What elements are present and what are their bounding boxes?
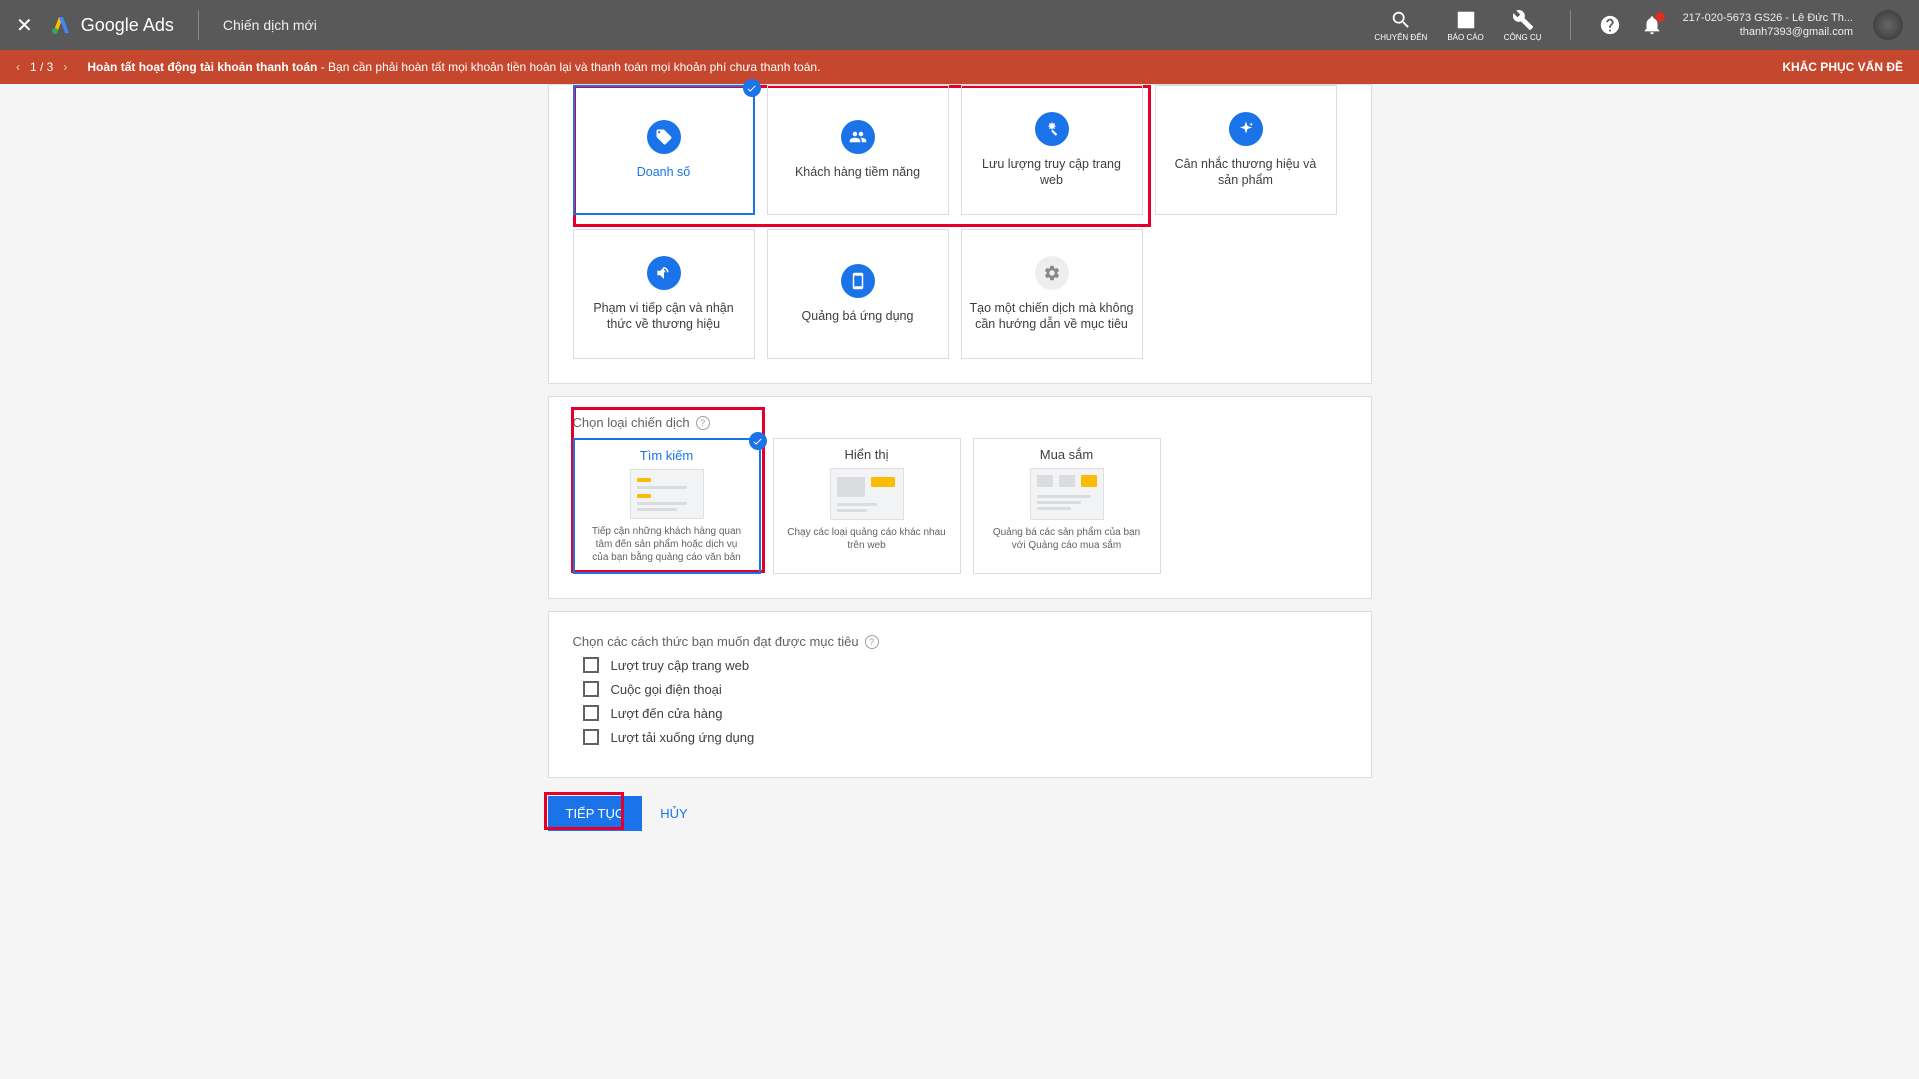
goals-panel: Doanh số Khách hàng tiềm năng Lưu lượng … xyxy=(548,84,1372,384)
goal-label: Phạm vi tiếp cận và nhận thức về thương … xyxy=(582,300,746,333)
tools-icon xyxy=(1512,9,1534,31)
chevron-left-icon[interactable]: ‹ xyxy=(16,60,20,74)
tools-label: CÔNG CỤ xyxy=(1504,33,1542,42)
type-display[interactable]: Hiển thị Chạy các loại quảng cáo khác nh… xyxy=(773,438,961,574)
product-name: Google Ads xyxy=(81,15,174,36)
info-icon[interactable]: ? xyxy=(865,635,879,649)
cancel-button[interactable]: HỦY xyxy=(660,806,687,821)
goal-label: Khách hàng tiềm năng xyxy=(795,164,920,180)
way-phone-calls[interactable]: Cuộc gọi điện thoại xyxy=(583,681,1347,697)
continue-button[interactable]: TIẾP TỤC xyxy=(548,796,643,831)
sparkle-icon xyxy=(1229,112,1263,146)
goal-ways-panel: Chọn các cách thức bạn muốn đạt được mục… xyxy=(548,611,1372,778)
notification-dot-icon xyxy=(1655,12,1665,22)
alert-message: Hoàn tất hoạt động tài khoản thanh toán … xyxy=(87,60,820,74)
gear-icon xyxy=(1035,256,1069,290)
goal-label: Doanh số xyxy=(637,164,691,180)
search-button[interactable]: CHUYỂN ĐẾN xyxy=(1374,9,1427,42)
tag-icon xyxy=(647,120,681,154)
goal-brand-consideration[interactable]: Cân nhắc thương hiệu và sản phẩm xyxy=(1155,85,1337,215)
alert-bar: ‹ 1 / 3 › Hoàn tất hoạt động tài khoản t… xyxy=(0,50,1919,84)
alert-counter: 1 / 3 xyxy=(30,60,53,74)
click-icon xyxy=(1035,112,1069,146)
alert-fix-button[interactable]: KHẮC PHỤC VẤN ĐỀ xyxy=(1782,60,1903,74)
goal-label: Cân nhắc thương hiệu và sản phẩm xyxy=(1164,156,1328,189)
goal-leads[interactable]: Khách hàng tiềm năng xyxy=(767,85,949,215)
divider xyxy=(1570,10,1571,40)
goal-traffic[interactable]: Lưu lượng truy cập trang web xyxy=(961,85,1143,215)
alert-detail: - Bạn cần phải hoàn tất mọi khoản tiền h… xyxy=(317,60,820,74)
type-title: Tìm kiếm xyxy=(640,448,693,463)
page-title: Chiến dịch mới xyxy=(223,17,317,33)
shopping-illustration-icon xyxy=(1030,468,1104,520)
reports-icon xyxy=(1455,9,1477,31)
alert-nav: ‹ 1 / 3 › xyxy=(16,60,67,74)
header-right: CHUYỂN ĐẾN BÁO CÁO CÔNG CỤ 217-020-5673 … xyxy=(1374,9,1903,42)
action-bar: TIẾP TỤC HỦY xyxy=(548,796,1372,831)
type-title: Hiển thị xyxy=(844,447,888,462)
check-icon xyxy=(749,432,767,450)
search-label: CHUYỂN ĐẾN xyxy=(1374,33,1427,42)
chevron-right-icon[interactable]: › xyxy=(63,60,67,74)
help-icon xyxy=(1599,14,1621,36)
tools-button[interactable]: CÔNG CỤ xyxy=(1504,9,1542,42)
checkbox[interactable] xyxy=(583,657,599,673)
way-label: Lượt tải xuống ứng dụng xyxy=(611,730,755,745)
goal-label: Lưu lượng truy cập trang web xyxy=(970,156,1134,189)
goal-sales[interactable]: Doanh số xyxy=(573,85,755,215)
notifications-button[interactable] xyxy=(1641,14,1663,36)
reports-button[interactable]: BÁO CÁO xyxy=(1447,9,1483,42)
type-section-title: Chọn loại chiến dịch xyxy=(573,415,690,430)
checkbox[interactable] xyxy=(583,729,599,745)
search-illustration-icon xyxy=(630,469,704,519)
avatar[interactable] xyxy=(1873,10,1903,40)
reports-label: BÁO CÁO xyxy=(1447,33,1483,42)
goal-app-promo[interactable]: Quảng bá ứng dụng xyxy=(767,229,949,359)
search-icon xyxy=(1390,9,1412,31)
way-label: Lượt đến cửa hàng xyxy=(611,706,723,721)
check-icon xyxy=(743,79,761,97)
product-logo[interactable]: Google Ads xyxy=(49,13,174,37)
type-title: Mua sắm xyxy=(1040,447,1093,462)
account-id: 217-020-5673 GS26 - Lê Đức Th... xyxy=(1683,11,1853,25)
goal-label: Quảng bá ứng dụng xyxy=(802,308,914,324)
way-app-downloads[interactable]: Lượt tải xuống ứng dụng xyxy=(583,729,1347,745)
goals-row-2: Phạm vi tiếp cận và nhận thức về thương … xyxy=(573,229,1347,359)
goal-brand-reach[interactable]: Phạm vi tiếp cận và nhận thức về thương … xyxy=(573,229,755,359)
ads-logo-icon xyxy=(49,13,73,37)
close-icon[interactable]: ✕ xyxy=(16,13,33,38)
type-shopping[interactable]: Mua sắm Quảng bá các sản phẩm của bạn vớ… xyxy=(973,438,1161,574)
goals-row-1: Doanh số Khách hàng tiềm năng Lưu lượng … xyxy=(573,85,1347,215)
account-email: thanh7393@gmail.com xyxy=(1683,25,1853,39)
account-info[interactable]: 217-020-5673 GS26 - Lê Đức Th... thanh73… xyxy=(1683,11,1853,40)
alert-title: Hoàn tất hoạt động tài khoản thanh toán xyxy=(87,60,317,74)
info-icon[interactable]: ? xyxy=(696,416,710,430)
megaphone-icon xyxy=(647,256,681,290)
ways-section-title: Chọn các cách thức bạn muốn đạt được mục… xyxy=(573,634,859,649)
type-desc: Tiếp cận những khách hàng quan tâm đến s… xyxy=(587,525,747,564)
header-left: ✕ Google Ads Chiến dịch mới xyxy=(16,10,317,40)
type-desc: Chạy các loại quảng cáo khác nhau trên w… xyxy=(786,526,948,552)
way-label: Lượt truy cập trang web xyxy=(611,658,750,673)
people-icon xyxy=(841,120,875,154)
checkbox[interactable] xyxy=(583,681,599,697)
divider xyxy=(198,10,199,40)
help-button[interactable] xyxy=(1599,14,1621,36)
type-search[interactable]: Tìm kiếm Tiếp cận những khách hàng quan … xyxy=(573,438,761,574)
checkbox[interactable] xyxy=(583,705,599,721)
way-website-visits[interactable]: Lượt truy cập trang web xyxy=(583,657,1347,673)
type-desc: Quảng bá các sản phẩm của bạn với Quảng … xyxy=(986,526,1148,552)
way-label: Cuộc gọi điện thoại xyxy=(611,682,722,697)
way-store-visits[interactable]: Lượt đến cửa hàng xyxy=(583,705,1347,721)
section-label: Chọn loại chiến dịch ? xyxy=(573,415,1347,430)
phone-icon xyxy=(841,264,875,298)
campaign-type-panel: Chọn loại chiến dịch ? Tìm kiếm Tiếp cận… xyxy=(548,396,1372,599)
app-header: ✕ Google Ads Chiến dịch mới CHUYỂN ĐẾN B… xyxy=(0,0,1919,50)
display-illustration-icon xyxy=(830,468,904,520)
main-content: Doanh số Khách hàng tiềm năng Lưu lượng … xyxy=(0,84,1919,831)
goal-no-guidance[interactable]: Tạo một chiến dịch mà không cần hướng dẫ… xyxy=(961,229,1143,359)
goal-label: Tạo một chiến dịch mà không cần hướng dẫ… xyxy=(970,300,1134,333)
type-row: Tìm kiếm Tiếp cận những khách hàng quan … xyxy=(573,438,1347,574)
section-label: Chọn các cách thức bạn muốn đạt được mục… xyxy=(573,634,1347,649)
